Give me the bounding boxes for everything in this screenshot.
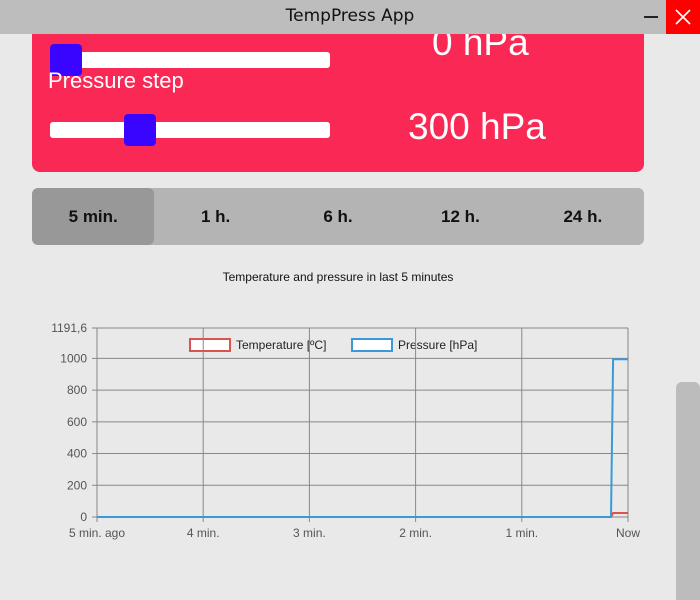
y-tick-label: 0	[80, 510, 87, 524]
title-bar: TempPress App	[0, 0, 700, 34]
minimize-button[interactable]	[638, 0, 666, 34]
tab-24-h[interactable]: 24 h.	[522, 188, 644, 245]
x-tick-label: 4 min.	[187, 526, 220, 540]
legend-swatch-0	[189, 338, 231, 352]
tab-6-h[interactable]: 6 h.	[277, 188, 399, 245]
pressure-step-slider-thumb[interactable]	[124, 114, 157, 146]
main-content: 0 hPa Pressure step 300 hPa 5 min. 1 h. 6 …	[0, 34, 700, 600]
tab-12-h[interactable]: 12 h.	[399, 188, 521, 245]
y-tick-label: 800	[67, 383, 87, 397]
legend-swatch-1	[351, 338, 393, 352]
y-tick-label: 1191,6	[51, 321, 87, 335]
tab-1-h[interactable]: 1 h.	[154, 188, 276, 245]
series-line-1	[97, 358, 628, 518]
pressure-step-slider-track[interactable]	[50, 122, 330, 138]
line-chart: Temperature [ºC] Pressure [hPa] 1191,6 1000…	[51, 321, 640, 540]
pressure-step-label: Pressure step	[48, 68, 184, 93]
x-tick-label: 3 min.	[293, 526, 326, 540]
close-button[interactable]	[666, 0, 700, 34]
close-icon	[675, 9, 691, 25]
top-value: 0 hPa	[432, 34, 529, 63]
x-tick-label: Now	[616, 526, 640, 540]
legend-label-0: Temperature [ºC]	[236, 338, 326, 352]
x-tick-label: 2 min.	[399, 526, 432, 540]
y-tick-label: 200	[67, 478, 87, 492]
pressure-step-value: 300 hPa	[408, 106, 546, 147]
x-tick-label: 1 min.	[505, 526, 538, 540]
tab-5-min[interactable]: 5 min.	[32, 188, 155, 245]
window-title: TempPress App	[285, 6, 415, 26]
time-range-tabs: 5 min. 1 h. 6 h. 12 h. 24 h.	[32, 188, 644, 245]
y-tick-label: 1000	[60, 351, 87, 365]
y-tick-label: 600	[67, 415, 87, 429]
chart-title: Temperature and pressure in last 5 minut…	[222, 270, 454, 284]
x-tick-label: 5 min. ago	[69, 526, 125, 540]
scrollbar-thumb[interactable]	[676, 382, 700, 600]
top-slider-track[interactable]	[50, 52, 330, 68]
y-tick-label: 400	[67, 447, 87, 461]
legend-label-1: Pressure [hPa]	[398, 338, 477, 352]
settings-card: 0 hPa Pressure step 300 hPa	[32, 34, 644, 172]
